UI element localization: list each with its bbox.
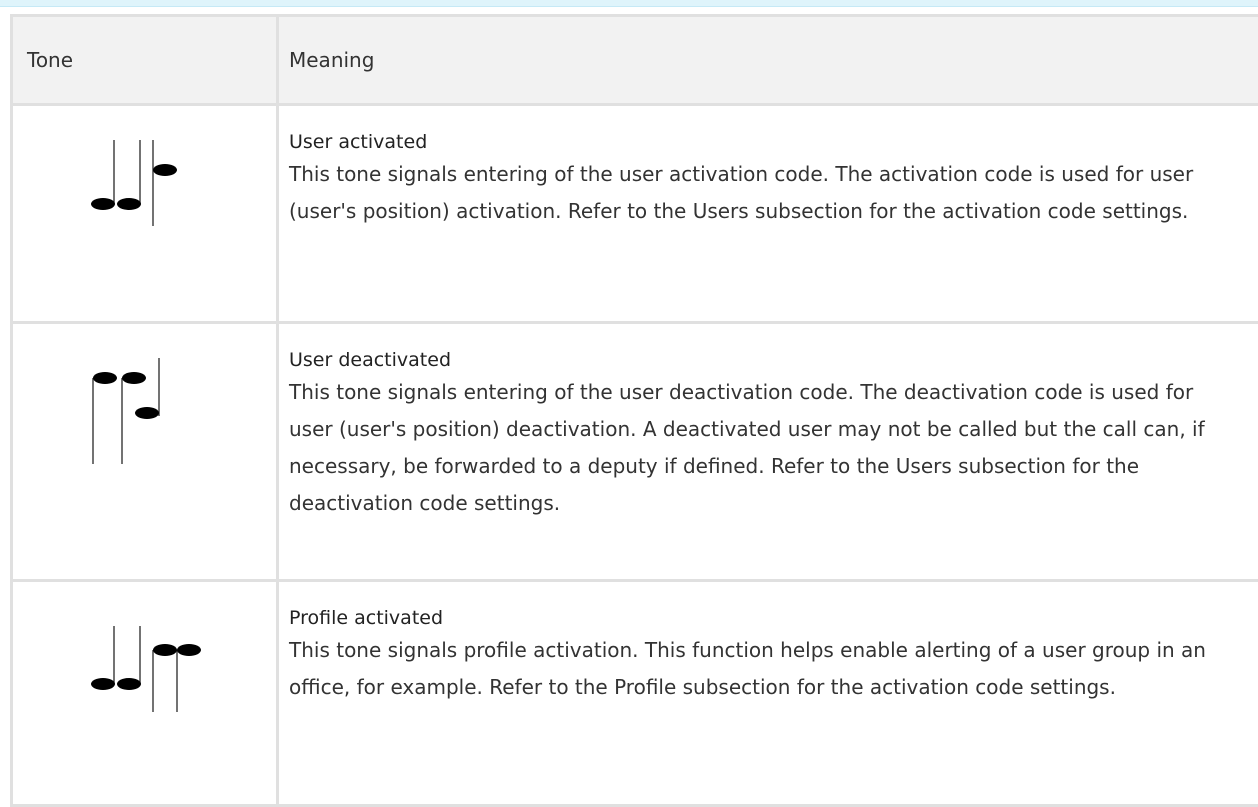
table-row: User activated This tone signals enterin… [12,105,1258,323]
meaning-cell: User deactivated This tone signals enter… [278,323,1258,581]
meaning-cell: Profile activated This tone signals prof… [278,581,1258,806]
table-row: Profile activated This tone signals prof… [12,581,1258,806]
tone-title: User deactivated [289,346,1236,374]
meaning-cell: User activated This tone signals enterin… [278,105,1258,323]
tone-description: This tone signals entering of the user d… [289,374,1236,522]
column-header-tone: Tone [12,16,278,105]
tone-cell [12,581,278,806]
tone-cell [12,323,278,581]
music-notes-descending-icon [83,358,193,468]
music-notes-profile-icon [83,616,213,726]
table-header-row: Tone Meaning [12,16,1258,105]
music-notes-ascending-icon [83,140,193,250]
tone-description: This tone signals profile activation. Th… [289,632,1236,706]
tone-description: This tone signals entering of the user a… [289,156,1236,230]
table-row: User deactivated This tone signals enter… [12,323,1258,581]
tone-table: Tone Meaning User activated T [10,14,1258,807]
tone-cell [12,105,278,323]
top-strip [0,0,1258,7]
column-header-meaning: Meaning [278,16,1258,105]
tone-title: User activated [289,128,1236,156]
tone-title: Profile activated [289,604,1236,632]
